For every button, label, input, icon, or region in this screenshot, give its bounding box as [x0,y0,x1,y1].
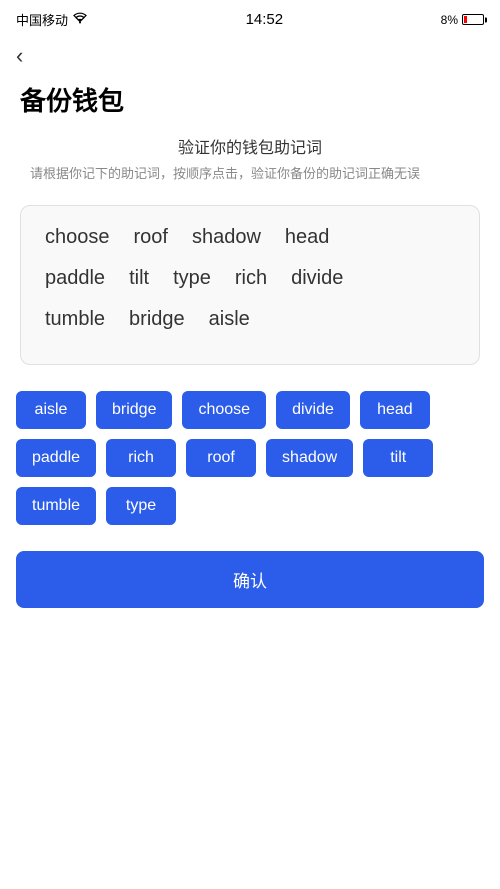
word-chip[interactable]: type [106,487,176,525]
section-desc: 请根据你记下的助记词，按顺序点击，验证你备份的助记词正确无误 [20,164,480,185]
word-chip[interactable]: divide [276,391,350,429]
display-word: type [173,267,211,290]
display-word: rich [235,267,267,290]
word-chip[interactable]: rich [106,439,176,477]
display-word: head [285,226,330,249]
display-word: tumble [45,308,105,331]
battery-icon [462,14,484,25]
display-word: paddle [45,267,105,290]
status-right: 8% [441,13,484,27]
display-row-2: paddle tilt type rich divide [45,267,455,290]
display-word: shadow [192,226,261,249]
back-button[interactable]: ‹ [0,35,39,73]
word-chip[interactable]: bridge [96,391,172,429]
section-title: 验证你的钱包助记词 [20,134,480,158]
display-word: tilt [129,267,149,290]
word-chip[interactable]: roof [186,439,256,477]
word-chip[interactable]: aisle [16,391,86,429]
display-word: aisle [209,308,250,331]
display-word: roof [134,226,168,249]
word-chip[interactable]: paddle [16,439,96,477]
page-title: 备份钱包 [0,73,500,134]
display-row-3: tumble bridge aisle [45,308,455,331]
display-word: divide [291,267,343,290]
section-header: 验证你的钱包助记词 请根据你记下的助记词，按顺序点击，验证你备份的助记词正确无误 [0,134,500,195]
battery-percent-label: 8% [441,13,458,27]
status-bar: 中国移动 14:52 8% [0,0,500,35]
word-chip[interactable]: shadow [266,439,353,477]
word-chips-container: aisle bridge choose divide head paddle richroo… [0,381,500,541]
status-time: 14:52 [246,11,284,28]
word-chip[interactable]: tilt [363,439,433,477]
wifi-icon [72,12,88,27]
display-word: choose [45,226,110,249]
display-word: bridge [129,308,185,331]
word-display-area: choose roof shadow head paddle tilt type rich d… [20,205,480,365]
display-row-1: choose roof shadow head [45,226,455,249]
carrier-label: 中国移动 [16,10,68,29]
status-left: 中国移动 [16,10,88,29]
word-chip[interactable]: head [360,391,430,429]
confirm-button[interactable]: 确认 [16,551,484,608]
word-chip[interactable]: tumble [16,487,96,525]
word-chip[interactable]: choose [182,391,266,429]
